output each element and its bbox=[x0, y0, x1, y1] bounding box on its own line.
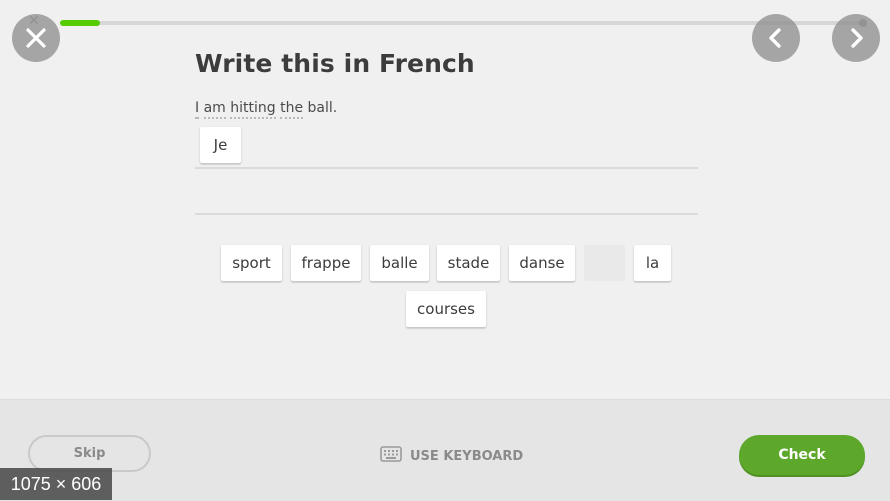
word-tile-balle[interactable]: balle bbox=[370, 245, 429, 281]
use-keyboard-button[interactable]: USE KEYBOARD bbox=[380, 446, 523, 466]
word-tile-used bbox=[584, 245, 625, 281]
close-button[interactable] bbox=[12, 14, 60, 62]
skip-button[interactable]: Skip bbox=[28, 435, 151, 472]
image-dimensions-badge: 1075 × 606 bbox=[0, 468, 112, 500]
word-tile-stade[interactable]: stade bbox=[437, 245, 500, 281]
source-sentence: I am hitting the ball. bbox=[195, 100, 338, 119]
use-keyboard-label: USE KEYBOARD bbox=[410, 448, 524, 464]
sentence-word[interactable]: the bbox=[280, 100, 304, 119]
prompt-title: Write this in French bbox=[195, 49, 475, 78]
sentence-word: ball. bbox=[307, 100, 338, 116]
next-button[interactable] bbox=[832, 14, 880, 62]
previous-button[interactable] bbox=[752, 14, 800, 62]
footer-bar: Skip USE KEYBOARD Check bbox=[0, 399, 890, 501]
chevron-left-icon bbox=[769, 28, 781, 48]
sentence-word[interactable]: I bbox=[195, 100, 200, 119]
word-tile-sport[interactable]: sport bbox=[221, 245, 282, 281]
sentence-word[interactable]: hitting bbox=[230, 100, 276, 119]
sentence-word[interactable]: am bbox=[203, 100, 226, 119]
progress-fill bbox=[60, 20, 101, 26]
word-tile-courses[interactable]: courses bbox=[406, 291, 486, 327]
word-tile-la[interactable]: la bbox=[634, 245, 671, 281]
answer-line bbox=[195, 213, 698, 215]
chevron-right-icon bbox=[851, 28, 863, 48]
word-tile-danse[interactable]: danse bbox=[509, 245, 575, 281]
progress-bar bbox=[60, 19, 867, 27]
keyboard-icon bbox=[380, 446, 402, 466]
check-button[interactable]: Check bbox=[739, 435, 865, 475]
answer-tile[interactable]: Je bbox=[200, 127, 241, 163]
close-icon bbox=[26, 28, 46, 48]
word-tile-frappe[interactable]: frappe bbox=[291, 245, 361, 281]
answer-line bbox=[195, 167, 698, 169]
